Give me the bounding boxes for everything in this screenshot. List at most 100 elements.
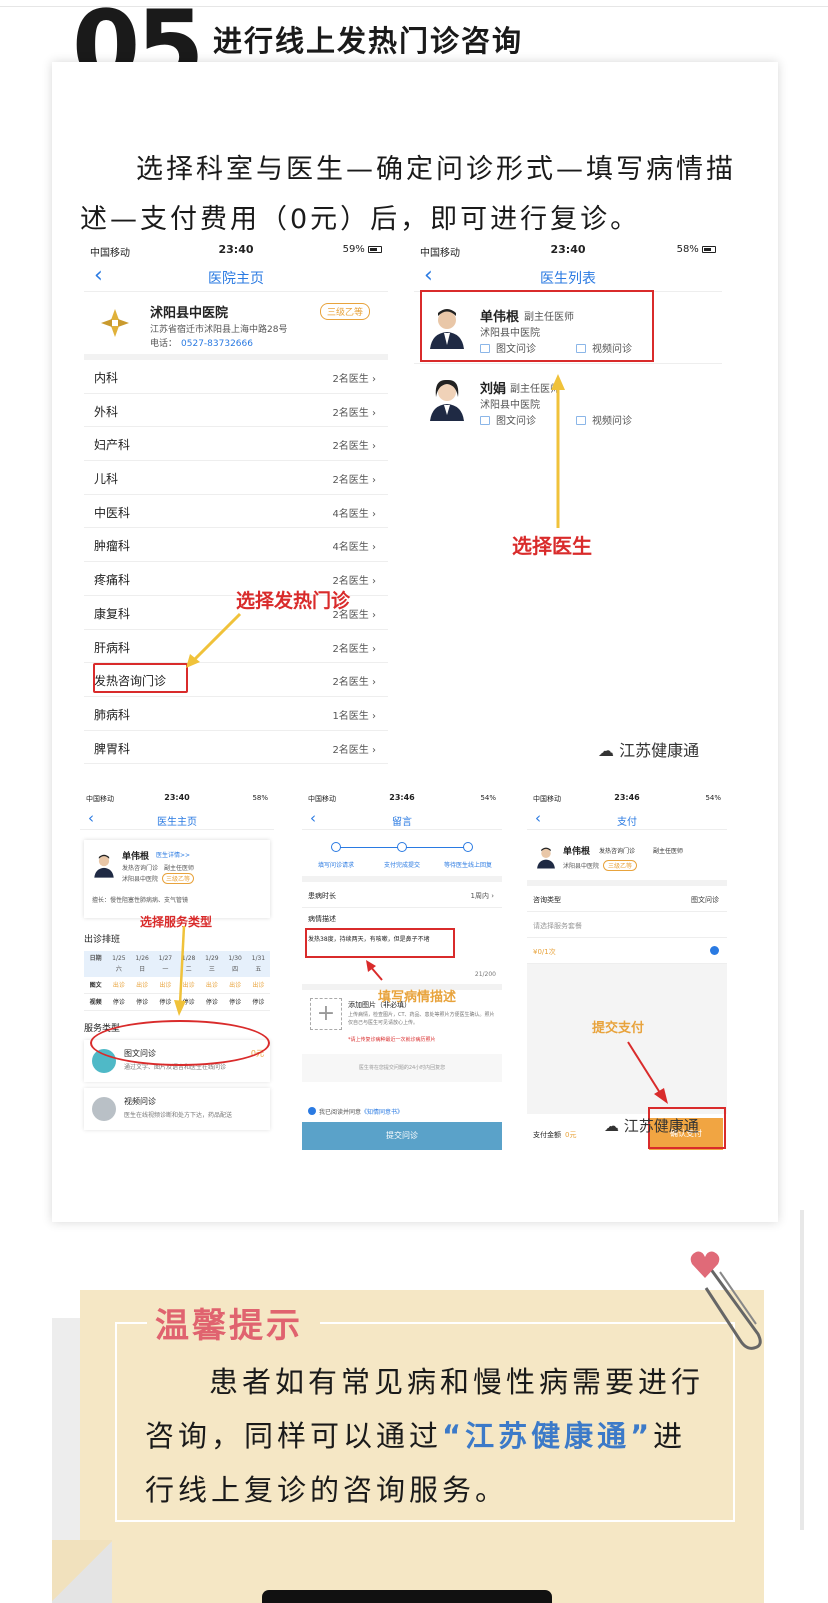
status-time: 23:46	[614, 793, 640, 802]
doctor-detail-link[interactable]: 医生详情>>	[156, 850, 190, 859]
annotation-description: 填写病情描述	[378, 990, 457, 1005]
status-bar: 中国移动 23:40 58%	[80, 790, 274, 808]
payment-doctor: 单伟根 发热咨询门诊 副主任医师 沭阳县中医院 三级乙等	[527, 830, 727, 886]
service-name: 视频问诊	[124, 1097, 156, 1106]
nav-title: 医生主页	[157, 817, 197, 828]
department-item[interactable]: 内科 2名医生 ›	[84, 360, 388, 394]
battery: 58%	[677, 244, 716, 255]
department-count: 2名医生 ›	[332, 576, 376, 588]
department-name: 肺病科	[94, 707, 131, 722]
hospital-address: 江苏省宿迁市沭阳县上海中路28号	[150, 325, 288, 335]
tip-fold	[52, 1540, 112, 1603]
wechat-icon: ☁	[598, 741, 620, 760]
battery: 54%	[480, 794, 496, 802]
check-icon	[308, 1107, 316, 1115]
description-count: 21/200	[474, 971, 496, 978]
tel-link[interactable]: 0527-83732666	[181, 339, 253, 349]
doctor-hospital: 沭阳县中医院	[480, 400, 540, 411]
doctor-service: 发热咨询门诊	[599, 848, 636, 855]
service-video[interactable]: 视频问诊 医生在线视频诊断和处方下达，药品配送	[84, 1088, 270, 1130]
doctor-line: 发热咨询门诊 副主任医师	[122, 865, 195, 872]
department-name: 肝病科	[94, 640, 131, 655]
highlight-description	[305, 928, 455, 958]
status-time: 23:40	[164, 793, 190, 802]
department-item[interactable]: 肿瘤科 4名医生 ›	[84, 528, 388, 563]
department-item[interactable]: 中医科 4名医生 ›	[84, 495, 388, 529]
reply-note: 医生将在您提交问题的24小时内回复您	[302, 1054, 502, 1082]
package-option[interactable]: ¥0/1次	[527, 938, 727, 964]
consult-video[interactable]: 视频问诊	[576, 412, 632, 427]
check-icon	[710, 946, 719, 955]
hospital-name: 沭阳县中医院	[150, 306, 229, 321]
video-icon	[576, 416, 586, 425]
battery: 58%	[252, 794, 268, 802]
battery: 59%	[343, 244, 382, 255]
video-icon	[92, 1097, 116, 1121]
tip-title: 温馨提示	[155, 1306, 303, 1346]
department-count: 2名医生 ›	[332, 475, 376, 487]
add-image-desc: 上传病情，检查图片，CT、药品、患处等照片方便医生确认。照片仅自己与医生可见请放…	[348, 1012, 495, 1026]
consult-type-value: 图文问诊	[691, 896, 719, 904]
schedule-day[interactable]: 1/26 日	[131, 951, 154, 977]
arrow-icon	[551, 374, 565, 528]
nav-bar: ‹ 医生主页	[80, 808, 274, 830]
hospital-badge: 三级乙等	[320, 303, 371, 320]
arrow-icon	[627, 1041, 668, 1104]
department-item[interactable]: 儿科 2名医生 ›	[84, 461, 388, 495]
submit-button[interactable]: 提交问诊	[302, 1122, 502, 1150]
add-image-button[interactable]: +	[310, 998, 342, 1030]
agree-checkbox[interactable]: 我已阅读并同意《知情同意书》	[308, 1107, 403, 1116]
schedule-day[interactable]: 1/25 六	[107, 951, 130, 977]
consult-image-text[interactable]: 图文问诊	[480, 412, 536, 427]
nav-title: 医院主页	[208, 271, 264, 287]
department-count: 1名医生 ›	[332, 710, 376, 722]
status-bar: 中国移动 23:46 54%	[527, 790, 727, 808]
nav-title: 医生列表	[540, 271, 596, 287]
department-list: 内科 2名医生 › 外科 2名医生 › 妇产科 2名医生 › 儿科 2名医生 › 中医科 4名医生…	[84, 360, 388, 765]
service-desc: 医生在线视频诊断和处方下达，药品配送	[124, 1112, 233, 1119]
page-edge	[800, 1210, 804, 1530]
schedule-day[interactable]: 1/29 三	[200, 951, 223, 977]
home-indicator	[262, 1590, 552, 1603]
tip-text: 患者如有常见病和慢性病需要进行咨询，同样可以通过“江苏健康通”进行线上复诊的咨询…	[145, 1365, 705, 1507]
doctor-hospital: 沭阳县中医院 三级乙等	[563, 860, 638, 871]
department-count: 2名医生 ›	[332, 677, 376, 689]
doctor-item[interactable]: 刘娟 副主任医师 沭阳县中医院 图文问诊 视频问诊	[414, 364, 722, 436]
arrow-icon	[174, 926, 186, 1016]
doctor-skill: 擅长：慢性阻塞性肺病病、支气管镜	[92, 897, 189, 904]
watermark: ☁ 江苏健康通	[604, 1117, 699, 1135]
chat-icon	[480, 416, 490, 425]
department-name: 康复科	[94, 606, 131, 621]
annotation-submit-pay: 提交支付	[592, 1021, 645, 1036]
hospital-tel: 电话： 0527-83732666	[150, 339, 253, 349]
phone-message: 中国移动 23:46 54% ‹ 留言 填写问诊请求 支付完成提交 等待医生线上…	[302, 790, 502, 1150]
department-name: 外科	[94, 404, 119, 419]
duration-row[interactable]: 患病时长 1周内 ›	[302, 882, 502, 908]
highlight-fever-clinic	[93, 663, 188, 693]
department-item[interactable]: 脾胃科 2名医生 ›	[84, 731, 388, 765]
department-item[interactable]: 外科 2名医生 ›	[84, 394, 388, 428]
arrow-icon	[186, 612, 242, 668]
department-count: 4名医生 ›	[332, 508, 376, 520]
department-item[interactable]: 妇产科 2名医生 ›	[84, 427, 388, 462]
schedule-day[interactable]: 1/30 四	[224, 951, 247, 977]
hospital-header: 沭阳县中医院 三级乙等 江苏省宿迁市沭阳县上海中路28号 电话： 0527-837…	[84, 292, 388, 360]
department-name: 肿瘤科	[94, 539, 131, 554]
department-item[interactable]: 肺病科 1名医生 ›	[84, 697, 388, 731]
department-name: 疼痛科	[94, 573, 131, 588]
department-name: 儿科	[94, 472, 119, 487]
department-count: 2名医生 ›	[332, 744, 376, 756]
status-bar: 中国移动 23:46 54%	[302, 790, 502, 808]
step-label: 支付完成提交	[383, 862, 420, 869]
consult-type-label: 咨询类型	[533, 896, 561, 904]
description-label: 病情描述	[308, 915, 336, 923]
tip-frame-edge	[115, 1322, 147, 1324]
consent-link[interactable]: 《知情同意书》	[361, 1109, 403, 1116]
step-dot	[463, 842, 473, 852]
watermark: ☁ 江苏健康通	[598, 741, 700, 760]
package-select[interactable]: 请选择服务套餐	[527, 912, 727, 938]
schedule-day[interactable]: 1/31 五	[247, 951, 270, 977]
highlight-doctor	[420, 290, 654, 362]
app-name-highlight: “江苏健康通”	[442, 1419, 654, 1453]
duration-label: 患病时长	[308, 892, 336, 900]
